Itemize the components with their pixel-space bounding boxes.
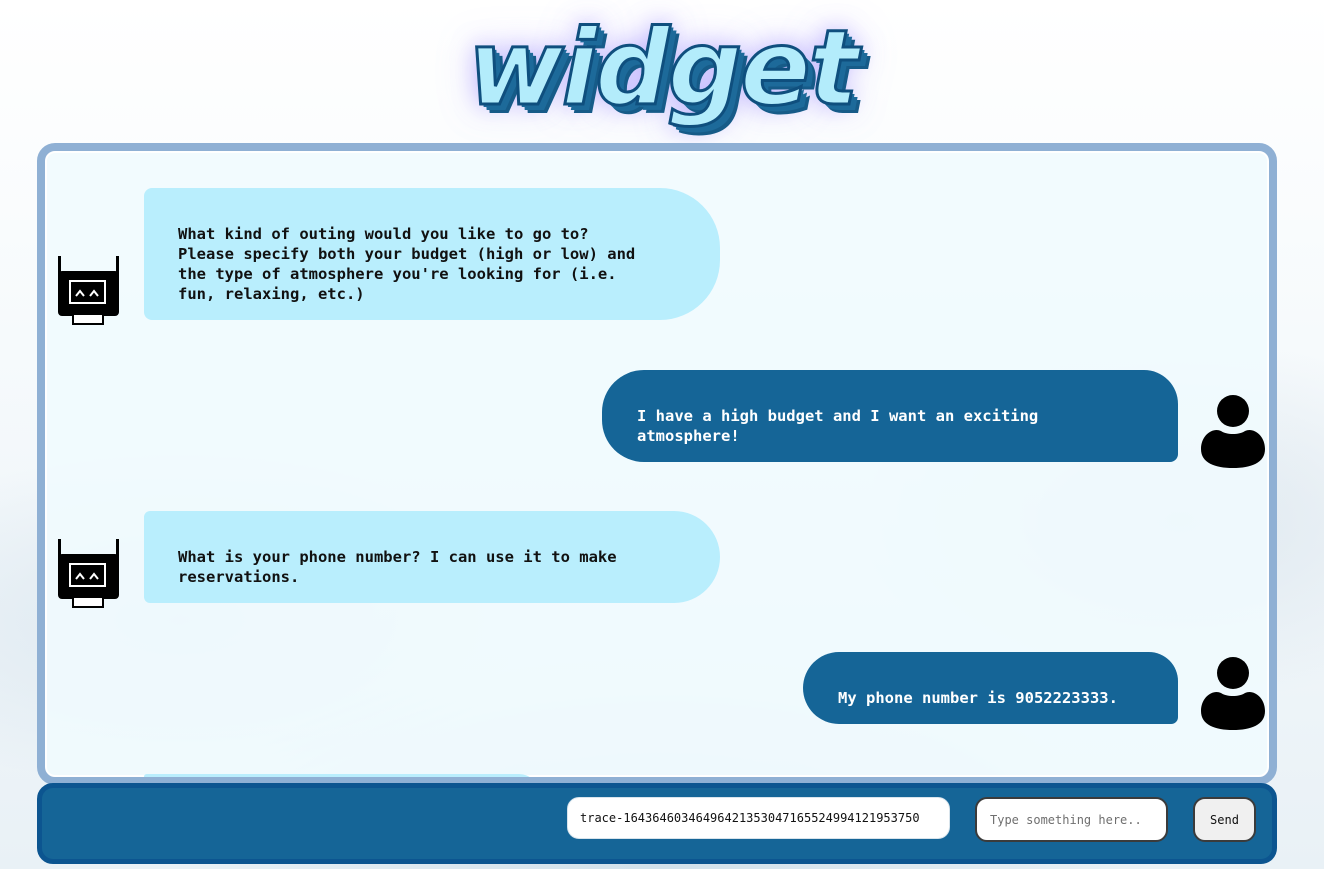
robot-icon	[58, 256, 120, 328]
trace-id-field[interactable]: trace-1643646034649642135304716552499412…	[567, 797, 950, 839]
chat-window: What kind of outing would you like to go…	[37, 143, 1277, 785]
user-icon	[1197, 393, 1269, 469]
message-input[interactable]	[975, 797, 1168, 842]
bot-message-bubble: What is your phone number? I can use it …	[144, 511, 720, 603]
input-bar: trace-1643646034649642135304716552499412…	[37, 783, 1277, 864]
app-title: widget	[466, 7, 860, 130]
user-icon	[1197, 655, 1269, 731]
user-message-bubble: I have a high budget and I want an excit…	[602, 370, 1178, 462]
bot-message-bubble: What kind of outing would you like to go…	[144, 188, 720, 320]
send-button[interactable]: Send	[1193, 797, 1256, 842]
user-message-bubble: My phone number is 9052223333.	[803, 652, 1178, 724]
robot-icon	[58, 539, 120, 611]
message-list[interactable]: What kind of outing would you like to go…	[45, 151, 1269, 777]
